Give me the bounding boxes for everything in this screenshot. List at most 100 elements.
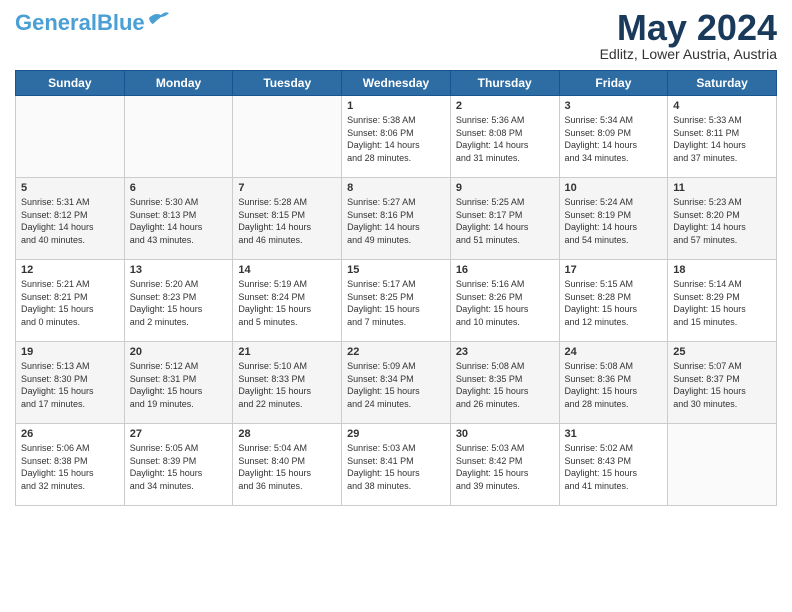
day-info: Sunrise: 5:12 AM Sunset: 8:31 PM Dayligh… xyxy=(130,360,228,410)
calendar-cell: 22 Sunrise: 5:09 AM Sunset: 8:34 PM Dayli… xyxy=(342,342,451,424)
day-info: Sunrise: 5:34 AM Sunset: 8:09 PM Dayligh… xyxy=(565,114,663,164)
calendar-cell xyxy=(233,96,342,178)
day-number: 22 xyxy=(347,346,445,358)
day-number: 7 xyxy=(238,182,336,194)
day-number: 26 xyxy=(21,428,119,440)
logo-text: GeneralBlue xyxy=(15,12,145,34)
calendar-cell: 19 Sunrise: 5:13 AM Sunset: 8:30 PM Dayli… xyxy=(16,342,125,424)
day-info: Sunrise: 5:19 AM Sunset: 8:24 PM Dayligh… xyxy=(238,278,336,328)
day-info: Sunrise: 5:31 AM Sunset: 8:12 PM Dayligh… xyxy=(21,196,119,246)
calendar-cell: 15Sunrise: 5:17 AM Sunset: 8:25 PM Dayli… xyxy=(342,260,451,342)
header: GeneralBlue May 2024 Edlitz, Lower Austr… xyxy=(15,10,777,62)
day-info: Sunrise: 5:10 AM Sunset: 8:33 PM Dayligh… xyxy=(238,360,336,410)
day-info: Sunrise: 5:15 AM Sunset: 8:28 PM Dayligh… xyxy=(565,278,663,328)
calendar-cell: 23 Sunrise: 5:08 AM Sunset: 8:35 PM Dayli… xyxy=(450,342,559,424)
calendar-week-3: 12Sunrise: 5:21 AM Sunset: 8:21 PM Dayli… xyxy=(16,260,777,342)
calendar-cell: 29 Sunrise: 5:03 AM Sunset: 8:41 PM Dayli… xyxy=(342,424,451,506)
calendar-body: 1 Sunrise: 5:38 AM Sunset: 8:06 PM Daylig… xyxy=(16,96,777,506)
calendar-cell: 31 Sunrise: 5:02 AM Sunset: 8:43 PM Dayli… xyxy=(559,424,668,506)
calendar-cell: 13Sunrise: 5:20 AM Sunset: 8:23 PM Dayli… xyxy=(124,260,233,342)
day-info: Sunrise: 5:30 AM Sunset: 8:13 PM Dayligh… xyxy=(130,196,228,246)
calendar-cell: 14 Sunrise: 5:19 AM Sunset: 8:24 PM Dayli… xyxy=(233,260,342,342)
day-info: Sunrise: 5:06 AM Sunset: 8:38 PM Dayligh… xyxy=(21,442,119,492)
calendar-week-4: 19 Sunrise: 5:13 AM Sunset: 8:30 PM Dayli… xyxy=(16,342,777,424)
day-number: 16 xyxy=(456,264,554,276)
day-info: Sunrise: 5:38 AM Sunset: 8:06 PM Dayligh… xyxy=(347,114,445,164)
day-number: 11 xyxy=(673,182,771,194)
day-info: Sunrise: 5:33 AM Sunset: 8:11 PM Dayligh… xyxy=(673,114,771,164)
day-info: Sunrise: 5:28 AM Sunset: 8:15 PM Dayligh… xyxy=(238,196,336,246)
day-number: 19 xyxy=(21,346,119,358)
day-info: Sunrise: 5:36 AM Sunset: 8:08 PM Dayligh… xyxy=(456,114,554,164)
day-number: 3 xyxy=(565,100,663,112)
calendar-cell: 12Sunrise: 5:21 AM Sunset: 8:21 PM Dayli… xyxy=(16,260,125,342)
day-number: 18 xyxy=(673,264,771,276)
day-number: 30 xyxy=(456,428,554,440)
day-info: Sunrise: 5:03 AM Sunset: 8:41 PM Dayligh… xyxy=(347,442,445,492)
calendar-cell: 1 Sunrise: 5:38 AM Sunset: 8:06 PM Daylig… xyxy=(342,96,451,178)
col-thursday: Thursday xyxy=(450,71,559,96)
calendar-cell: 3 Sunrise: 5:34 AM Sunset: 8:09 PM Daylig… xyxy=(559,96,668,178)
day-number: 4 xyxy=(673,100,771,112)
day-info: Sunrise: 5:09 AM Sunset: 8:34 PM Dayligh… xyxy=(347,360,445,410)
calendar-cell: 18Sunrise: 5:14 AM Sunset: 8:29 PM Dayli… xyxy=(668,260,777,342)
day-info: Sunrise: 5:21 AM Sunset: 8:21 PM Dayligh… xyxy=(21,278,119,328)
calendar-cell: 16 Sunrise: 5:16 AM Sunset: 8:26 PM Dayli… xyxy=(450,260,559,342)
location: Edlitz, Lower Austria, Austria xyxy=(600,46,777,62)
calendar-cell: 21 Sunrise: 5:10 AM Sunset: 8:33 PM Dayli… xyxy=(233,342,342,424)
calendar-cell: 8 Sunrise: 5:27 AM Sunset: 8:16 PM Daylig… xyxy=(342,178,451,260)
calendar-cell: 11 Sunrise: 5:23 AM Sunset: 8:20 PM Dayli… xyxy=(668,178,777,260)
logo-general: General xyxy=(15,10,97,35)
day-number: 31 xyxy=(565,428,663,440)
calendar-week-5: 26 Sunrise: 5:06 AM Sunset: 8:38 PM Dayli… xyxy=(16,424,777,506)
calendar-cell: 4 Sunrise: 5:33 AM Sunset: 8:11 PM Daylig… xyxy=(668,96,777,178)
calendar-cell: 7 Sunrise: 5:28 AM Sunset: 8:15 PM Daylig… xyxy=(233,178,342,260)
title-block: May 2024 Edlitz, Lower Austria, Austria xyxy=(600,10,777,62)
calendar-cell xyxy=(124,96,233,178)
calendar-cell: 5 Sunrise: 5:31 AM Sunset: 8:12 PM Daylig… xyxy=(16,178,125,260)
day-number: 24 xyxy=(565,346,663,358)
day-number: 27 xyxy=(130,428,228,440)
day-info: Sunrise: 5:08 AM Sunset: 8:36 PM Dayligh… xyxy=(565,360,663,410)
calendar-week-1: 1 Sunrise: 5:38 AM Sunset: 8:06 PM Daylig… xyxy=(16,96,777,178)
day-number: 1 xyxy=(347,100,445,112)
day-number: 5 xyxy=(21,182,119,194)
day-number: 25 xyxy=(673,346,771,358)
day-number: 13 xyxy=(130,264,228,276)
day-number: 14 xyxy=(238,264,336,276)
col-tuesday: Tuesday xyxy=(233,71,342,96)
day-info: Sunrise: 5:07 AM Sunset: 8:37 PM Dayligh… xyxy=(673,360,771,410)
day-number: 8 xyxy=(347,182,445,194)
calendar-header: Sunday Monday Tuesday Wednesday Thursday… xyxy=(16,71,777,96)
day-number: 9 xyxy=(456,182,554,194)
day-number: 28 xyxy=(238,428,336,440)
day-info: Sunrise: 5:27 AM Sunset: 8:16 PM Dayligh… xyxy=(347,196,445,246)
day-info: Sunrise: 5:24 AM Sunset: 8:19 PM Dayligh… xyxy=(565,196,663,246)
month-title: May 2024 xyxy=(600,10,777,46)
calendar-cell: 27 Sunrise: 5:05 AM Sunset: 8:39 PM Dayli… xyxy=(124,424,233,506)
logo-bird-icon xyxy=(147,10,171,28)
col-wednesday: Wednesday xyxy=(342,71,451,96)
calendar-cell xyxy=(16,96,125,178)
day-info: Sunrise: 5:05 AM Sunset: 8:39 PM Dayligh… xyxy=(130,442,228,492)
calendar-cell: 24 Sunrise: 5:08 AM Sunset: 8:36 PM Dayli… xyxy=(559,342,668,424)
day-number: 21 xyxy=(238,346,336,358)
calendar-cell: 6Sunrise: 5:30 AM Sunset: 8:13 PM Daylig… xyxy=(124,178,233,260)
day-info: Sunrise: 5:04 AM Sunset: 8:40 PM Dayligh… xyxy=(238,442,336,492)
day-info: Sunrise: 5:02 AM Sunset: 8:43 PM Dayligh… xyxy=(565,442,663,492)
day-info: Sunrise: 5:23 AM Sunset: 8:20 PM Dayligh… xyxy=(673,196,771,246)
calendar-week-2: 5 Sunrise: 5:31 AM Sunset: 8:12 PM Daylig… xyxy=(16,178,777,260)
day-number: 23 xyxy=(456,346,554,358)
day-number: 29 xyxy=(347,428,445,440)
day-info: Sunrise: 5:17 AM Sunset: 8:25 PM Dayligh… xyxy=(347,278,445,328)
col-monday: Monday xyxy=(124,71,233,96)
day-number: 10 xyxy=(565,182,663,194)
day-info: Sunrise: 5:25 AM Sunset: 8:17 PM Dayligh… xyxy=(456,196,554,246)
calendar-cell: 28 Sunrise: 5:04 AM Sunset: 8:40 PM Dayli… xyxy=(233,424,342,506)
day-info: Sunrise: 5:13 AM Sunset: 8:30 PM Dayligh… xyxy=(21,360,119,410)
day-info: Sunrise: 5:16 AM Sunset: 8:26 PM Dayligh… xyxy=(456,278,554,328)
calendar-cell: 20Sunrise: 5:12 AM Sunset: 8:31 PM Dayli… xyxy=(124,342,233,424)
calendar-table: Sunday Monday Tuesday Wednesday Thursday… xyxy=(15,70,777,506)
day-info: Sunrise: 5:08 AM Sunset: 8:35 PM Dayligh… xyxy=(456,360,554,410)
day-info: Sunrise: 5:03 AM Sunset: 8:42 PM Dayligh… xyxy=(456,442,554,492)
